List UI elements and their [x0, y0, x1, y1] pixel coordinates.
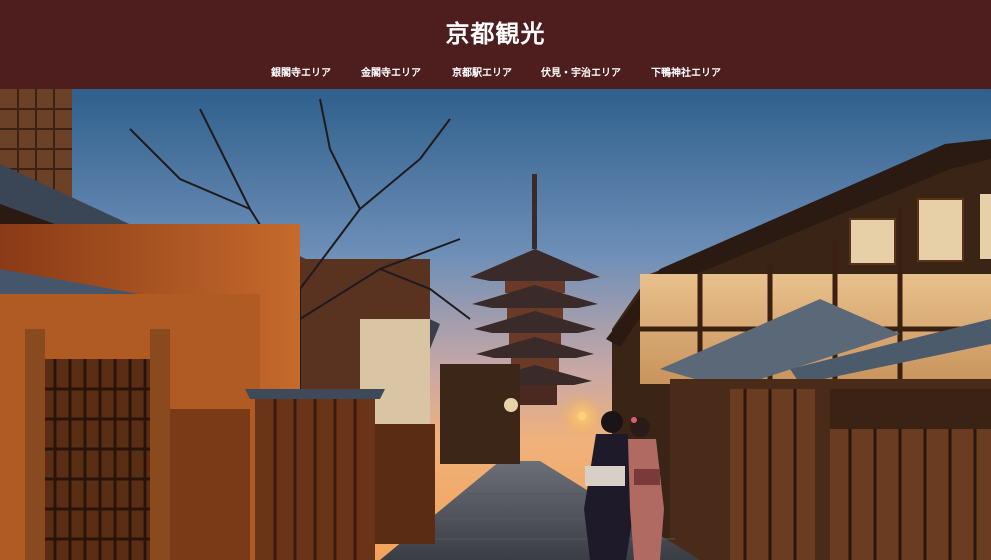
nav-item-shimogamo[interactable]: 下鴨神社エリア	[651, 64, 721, 79]
nav-item-ginkakuji[interactable]: 銀閣寺エリア	[271, 64, 331, 79]
site-header: 京都観光 銀閣寺エリア 金閣寺エリア 京都駅エリア 伏見・宇治エリア 下鴨神社エ…	[0, 0, 991, 89]
nav-item-kyoto-station[interactable]: 京都駅エリア	[452, 64, 512, 79]
nav-item-fushimi-uji[interactable]: 伏見・宇治エリア	[541, 64, 621, 79]
site-title[interactable]: 京都観光	[0, 14, 991, 49]
hero-image	[0, 89, 991, 560]
main-nav: 銀閣寺エリア 金閣寺エリア 京都駅エリア 伏見・宇治エリア 下鴨神社エリア	[0, 64, 991, 80]
nav-item-kinkakuji[interactable]: 金閣寺エリア	[361, 64, 421, 79]
